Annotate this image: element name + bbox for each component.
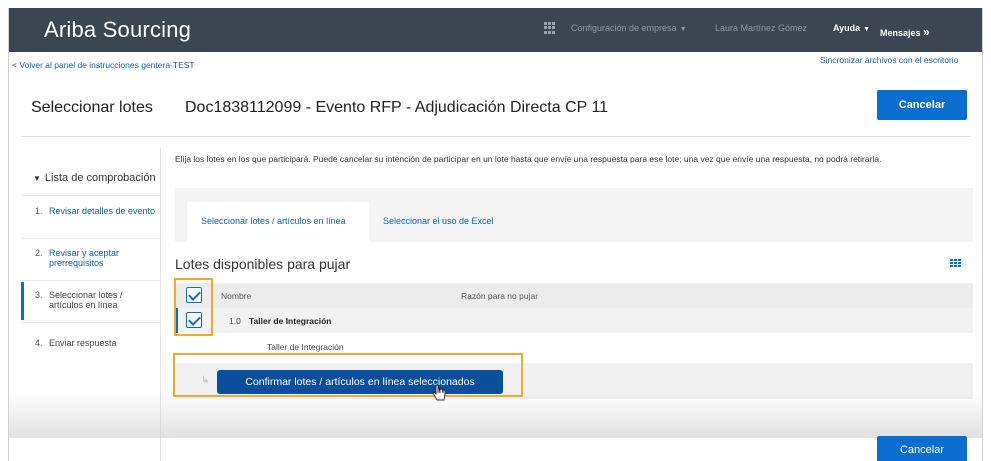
- top-navigation-bar: Ariba Sourcing Configuración de empresa ▼…: [9, 8, 982, 52]
- double-chevron-right-icon: »: [923, 25, 930, 39]
- column-header-name: Nombre: [221, 291, 252, 301]
- checklist-sidebar: ▼ Lista de comprobación 1. Revisar detall…: [21, 148, 161, 461]
- instructions-text: Elija los lotes en los que participará. …: [175, 154, 882, 164]
- checklist-toggle[interactable]: ▼ Lista de comprobación: [21, 156, 161, 196]
- lot-number: 1.0: [229, 316, 241, 326]
- cancel-bottom-button[interactable]: Cancelar: [877, 436, 967, 461]
- page-title: Seleccionar lotes: [31, 99, 153, 116]
- divider: [21, 136, 971, 137]
- user-name-link[interactable]: Laura Martínez Gómez: [715, 23, 807, 33]
- checklist-step-select-lots[interactable]: 3. Seleccionar lotes / artículos en líne…: [21, 282, 161, 320]
- checklist-step-submit-response[interactable]: 4. Enviar respuesta: [21, 338, 161, 352]
- table-header-row: Nombre Razón para no pujar: [175, 283, 973, 308]
- hand-pointer-icon: [432, 384, 446, 401]
- tab-select-lots-online[interactable]: Seleccionar lotes / artículos en línea: [187, 202, 369, 242]
- step-label: Revisar detalles de evento: [49, 206, 156, 216]
- company-settings-label: Configuración de empresa: [571, 23, 677, 33]
- step-label: Enviar respuesta: [49, 338, 117, 348]
- column-header-reason: Razón para no pujar: [461, 291, 539, 301]
- step-number: 3.: [35, 290, 43, 300]
- app-brand: Ariba Sourcing: [44, 17, 192, 42]
- company-settings-menu[interactable]: Configuración de empresa ▼: [571, 23, 687, 33]
- triangle-down-icon: ▼: [33, 174, 41, 183]
- help-label: Ayuda: [833, 23, 861, 33]
- highlight-annotation: [173, 353, 523, 397]
- table-row-lot: 1.0 Taller de Integración: [175, 308, 973, 333]
- highlight-annotation: [174, 278, 213, 336]
- table-options-icon[interactable]: [950, 259, 962, 269]
- app-grid-icon[interactable]: [544, 22, 556, 34]
- step-number: 2.: [35, 248, 43, 258]
- tab-select-excel[interactable]: Seleccionar el uso de Excel: [383, 216, 494, 226]
- checklist-step-review-event[interactable]: 1. Revisar detalles de evento: [21, 206, 161, 236]
- document-title: Doc1838112099 - Evento RFP - Adjudicació…: [185, 99, 609, 116]
- step-label: Seleccionar lotes / artículos en línea: [49, 290, 123, 310]
- chevron-down-icon: ▼: [863, 26, 871, 33]
- step-label: Revisar y aceptar prerrequisitos: [49, 248, 120, 268]
- divider: [175, 432, 973, 433]
- divider: [21, 322, 161, 323]
- divider: [21, 238, 161, 239]
- lot-name: Taller de Integración: [249, 316, 332, 326]
- cancel-button[interactable]: Cancelar: [877, 90, 967, 120]
- chevron-down-icon: ▼: [679, 26, 687, 33]
- sync-desktop-link[interactable]: Sincronizar archivos con el escritorio: [820, 55, 960, 65]
- selection-method-tabs: Seleccionar lotes / artículos en línea S…: [175, 188, 973, 242]
- app-window: Ariba Sourcing Configuración de empresa ▼…: [8, 8, 983, 461]
- step-number: 1.: [35, 206, 43, 216]
- messages-link[interactable]: Mensajes »: [880, 25, 930, 39]
- section-title: Lotes disponibles para pujar: [175, 256, 351, 272]
- item-name: Taller de Integración: [267, 342, 344, 352]
- back-to-dashboard-link[interactable]: < Volver al panel de instrucciones gente…: [12, 60, 195, 70]
- divider: [21, 280, 161, 281]
- checklist-label: Lista de comprobación: [44, 172, 156, 184]
- help-menu[interactable]: Ayuda ▼: [833, 23, 870, 33]
- checklist-step-accept-prerequisites[interactable]: 2. Revisar y aceptar prerrequisitos: [21, 248, 161, 278]
- messages-label: Mensajes: [880, 28, 921, 38]
- step-number: 4.: [35, 338, 43, 348]
